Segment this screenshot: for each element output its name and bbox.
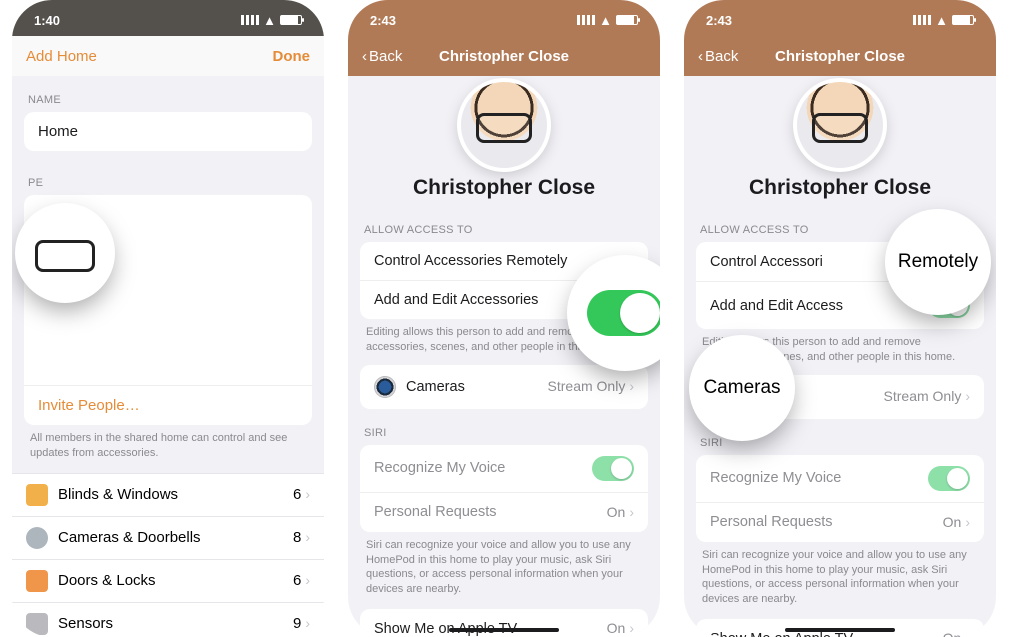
toggle-recognize-voice[interactable] [928, 466, 970, 491]
screen-person-toggle: 2:43 ▲ ‹Back Christopher Close Christoph… [348, 0, 660, 637]
siri-group: Recognize My Voice Personal Requests On› [696, 455, 984, 542]
row-recognize-voice[interactable]: Recognize My Voice [360, 445, 648, 493]
status-time: 2:43 [370, 13, 396, 28]
magnify-cameras: Cameras [692, 338, 792, 438]
status-time: 2:43 [706, 13, 732, 28]
category-doors[interactable]: Doors & Locks 6› [12, 559, 324, 602]
row-recognize-voice[interactable]: Recognize My Voice [696, 455, 984, 503]
status-bar: 2:43 ▲ [684, 0, 996, 36]
siri-note: Siri can recognize your voice and allow … [684, 542, 996, 607]
row-cameras[interactable]: Cameras Stream Only› [360, 365, 648, 409]
home-indicator [449, 628, 559, 632]
content: Christopher Close ALLOW ACCESS TO Contro… [348, 76, 660, 637]
chevron-right-icon: › [305, 572, 310, 588]
magnify-avatar [18, 206, 112, 300]
siri-group: Recognize My Voice Personal Requests On› [360, 445, 648, 532]
person-name: Christopher Close [684, 176, 996, 206]
siri-note: Siri can recognize your voice and allow … [348, 532, 660, 597]
avatar [797, 82, 883, 168]
signal-icon [241, 15, 259, 25]
nav-bar: Add Home Done [12, 36, 324, 76]
chevron-right-icon: › [965, 514, 970, 530]
toggle-edit-accessories[interactable] [587, 290, 660, 336]
signal-icon [577, 15, 595, 25]
camera-lens-icon [374, 376, 396, 398]
battery-icon [952, 15, 974, 25]
row-apple-tv[interactable]: Show Me on Apple TV On› [360, 609, 648, 637]
invite-people-button[interactable]: Invite People… [24, 385, 312, 425]
chevron-right-icon: › [965, 630, 970, 637]
chevron-right-icon: › [965, 388, 970, 404]
members-note: All members in the shared home can contr… [12, 425, 324, 461]
content: Christopher Close ALLOW ACCESS TO Contro… [684, 76, 996, 637]
status-time: 1:40 [34, 13, 60, 28]
row-personal-requests[interactable]: Personal Requests On› [360, 493, 648, 532]
magnify-remotely: Remotely [888, 212, 988, 312]
section-header-siri: SIRI [348, 409, 660, 445]
chevron-right-icon: › [305, 486, 310, 502]
row-personal-requests[interactable]: Personal Requests On› [696, 503, 984, 542]
signal-icon [913, 15, 931, 25]
screen-add-home: 1:40 ▲ Add Home Done NAME Home PE Invite… [12, 0, 324, 637]
category-sensors[interactable]: Sensors 9› [12, 602, 324, 637]
status-indicators: ▲ [241, 13, 302, 28]
nav-bar: ‹Back Christopher Close [684, 36, 996, 76]
category-cameras[interactable]: Cameras & Doorbells 8› [12, 516, 324, 559]
blinds-icon [26, 484, 48, 506]
home-name-field[interactable]: Home [24, 112, 312, 151]
section-header-people: PE [12, 151, 324, 195]
chevron-right-icon: › [629, 378, 634, 394]
nav-bar: ‹Back Christopher Close [348, 36, 660, 76]
status-indicators: ▲ [913, 13, 974, 28]
content: NAME Home PE Invite People… All members … [12, 76, 324, 637]
home-indicator [785, 628, 895, 632]
chevron-right-icon: › [305, 529, 310, 545]
wifi-icon: ▲ [935, 13, 948, 28]
categories-list: Blinds & Windows 6› Cameras & Doorbells … [12, 473, 324, 637]
cameras-group: Cameras Stream Only› [360, 365, 648, 409]
status-indicators: ▲ [577, 13, 638, 28]
category-blinds[interactable]: Blinds & Windows 6› [12, 473, 324, 516]
toggle-recognize-voice[interactable] [592, 456, 634, 481]
screen-person-callouts: 2:43 ▲ ‹Back Christopher Close Christoph… [684, 0, 996, 637]
chevron-right-icon: › [629, 504, 634, 520]
battery-icon [616, 15, 638, 25]
person-name: Christopher Close [348, 176, 660, 206]
chevron-right-icon: › [305, 615, 310, 631]
door-icon [26, 570, 48, 592]
status-bar: 2:43 ▲ [348, 0, 660, 36]
nav-title: Christopher Close [684, 48, 996, 65]
camera-icon [26, 527, 48, 549]
done-button[interactable]: Done [273, 48, 311, 65]
section-header-name: NAME [12, 76, 324, 112]
section-header-access: ALLOW ACCESS TO [348, 206, 660, 242]
battery-icon [280, 15, 302, 25]
wifi-icon: ▲ [263, 13, 276, 28]
avatar [461, 82, 547, 168]
add-home-button[interactable]: Add Home [26, 48, 97, 65]
wifi-icon: ▲ [599, 13, 612, 28]
sensor-icon [26, 613, 48, 635]
status-bar: 1:40 ▲ [12, 0, 324, 36]
nav-title: Christopher Close [348, 48, 660, 65]
chevron-right-icon: › [629, 620, 634, 636]
appletv-group: Show Me on Apple TV On› [360, 609, 648, 637]
